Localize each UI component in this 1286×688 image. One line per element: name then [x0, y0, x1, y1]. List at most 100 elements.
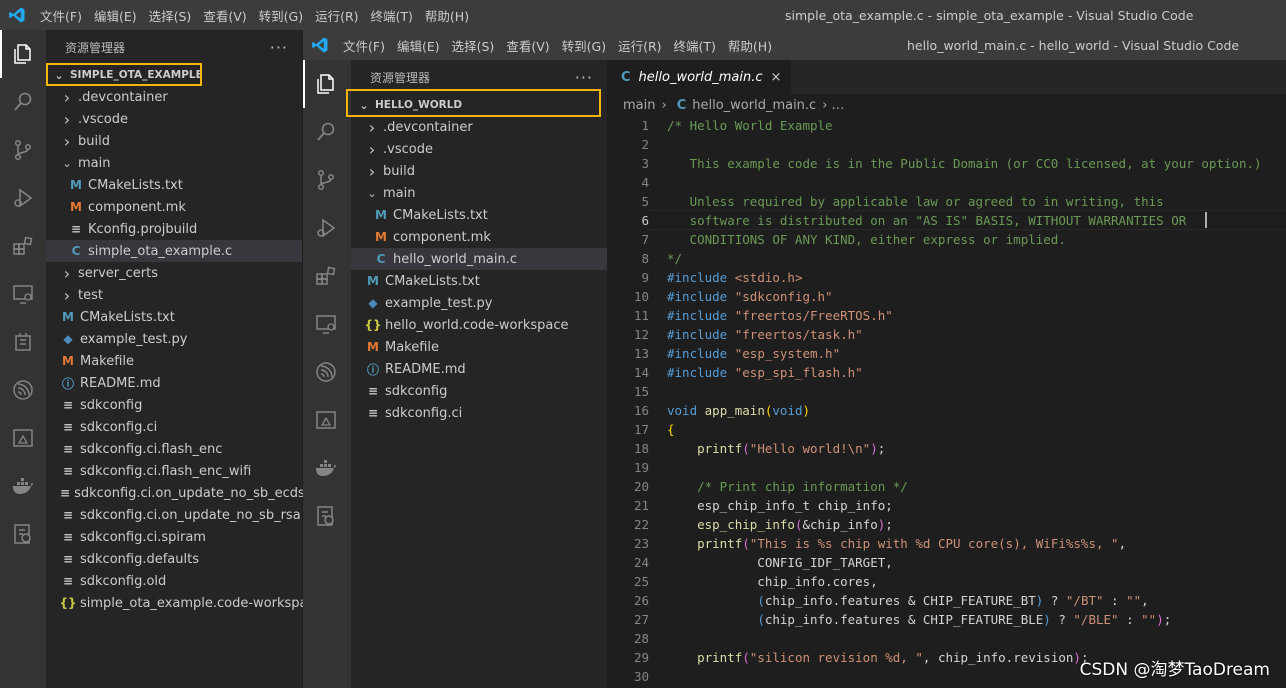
activity-settings-sync[interactable]: [303, 492, 349, 540]
file-item[interactable]: ⓘ README.md: [46, 372, 302, 394]
file-item[interactable]: ≡ sdkconfig.ci: [46, 416, 302, 438]
breadcrumb-folder[interactable]: main: [623, 98, 655, 113]
file-item[interactable]: Mcomponent.mk: [351, 226, 607, 248]
menu-item[interactable]: 编辑(E): [391, 36, 446, 55]
code-line[interactable]: 25 chip_info.cores,: [607, 572, 1286, 591]
code-line[interactable]: 14 #include "esp_spi_flash.h": [607, 363, 1286, 382]
code-line[interactable]: 5 Unless required by applicable law or a…: [607, 192, 1286, 211]
code-line[interactable]: 18 printf("Hello world!\n");: [607, 439, 1286, 458]
activity-serial-monitor[interactable]: [303, 396, 349, 444]
file-item[interactable]: M CMakeLists.txt: [351, 204, 607, 226]
menu-item[interactable]: 查看(V): [500, 36, 555, 55]
file-item[interactable]: Csimple_ota_example.c: [46, 240, 302, 262]
activity-files[interactable]: [303, 60, 349, 108]
file-item[interactable]: Mcomponent.mk: [46, 196, 302, 218]
code-line[interactable]: 2: [607, 135, 1286, 154]
menu-item[interactable]: 选择(S): [446, 36, 501, 55]
file-item[interactable]: ≡ sdkconfig.ci.flash_enc_wifi: [46, 460, 302, 482]
file-item[interactable]: ≡ Kconfig.projbuild: [46, 218, 302, 240]
folder-item[interactable]: › .vscode: [46, 108, 302, 130]
file-item[interactable]: {} simple_ota_example.code-workspace: [46, 592, 322, 614]
folder-item[interactable]: ⌄ main: [46, 152, 302, 174]
code-line[interactable]: 19: [607, 458, 1286, 477]
code-line[interactable]: 8 */: [607, 249, 1286, 268]
activity-docker[interactable]: [303, 444, 349, 492]
code-line[interactable]: 20 /* Print chip information */: [607, 477, 1286, 496]
activity-esp-idf-tools[interactable]: [0, 318, 46, 366]
more-actions-icon[interactable]: ···: [575, 68, 593, 87]
menu-item[interactable]: 转到(G): [556, 36, 612, 55]
code-lines[interactable]: 1/* Hello World Example 2 3 This example c…: [607, 116, 1286, 686]
code-line[interactable]: 6 software is distributed on an "AS IS" …: [607, 211, 1286, 230]
file-item[interactable]: M Makefile: [351, 336, 607, 358]
activity-search[interactable]: [0, 78, 46, 126]
menu-item[interactable]: 终端(T): [668, 36, 722, 55]
menu-item[interactable]: 运行(R): [309, 6, 364, 25]
file-item[interactable]: ◆ example_test.py: [351, 292, 607, 314]
code-line[interactable]: 28: [607, 629, 1286, 648]
code-line[interactable]: 24 CONFIG_IDF_TARGET,: [607, 553, 1286, 572]
activity-espressif[interactable]: [0, 366, 46, 414]
menu-item[interactable]: 文件(F): [34, 6, 88, 25]
code-line[interactable]: 22 esp_chip_info(&chip_info);: [607, 515, 1286, 534]
activity-search[interactable]: [303, 108, 349, 156]
folder-item[interactable]: › .devcontainer: [351, 116, 607, 138]
folder-item[interactable]: › build: [351, 160, 607, 182]
code-line[interactable]: 27 (chip_info.features & CHIP_FEATURE_BL…: [607, 610, 1286, 629]
code-line[interactable]: 9 #include <stdio.h>: [607, 268, 1286, 287]
file-item[interactable]: ≡ sdkconfig: [46, 394, 302, 416]
code-line[interactable]: 13 #include "esp_system.h": [607, 344, 1286, 363]
folder-item[interactable]: › test: [46, 284, 302, 306]
code-line[interactable]: 17 {: [607, 420, 1286, 439]
code-line[interactable]: 12 #include "freertos/task.h": [607, 325, 1286, 344]
code-line[interactable]: 3 This example code is in the Public Dom…: [607, 154, 1286, 173]
file-item[interactable]: ⓘ README.md: [351, 358, 607, 380]
file-item[interactable]: ≡ sdkconfig: [351, 380, 607, 402]
activity-extensions[interactable]: [303, 252, 349, 300]
menu-item[interactable]: 帮助(H): [722, 36, 778, 55]
activity-espressif[interactable]: [303, 348, 349, 396]
code-line[interactable]: 15: [607, 382, 1286, 401]
menu-item[interactable]: 文件(F): [337, 36, 391, 55]
activity-files[interactable]: [0, 30, 46, 78]
menu-item[interactable]: 终端(T): [365, 6, 419, 25]
file-item[interactable]: ≡ sdkconfig.ci.spiram: [46, 526, 302, 548]
menu-item[interactable]: 运行(R): [612, 36, 667, 55]
breadcrumb-more[interactable]: …: [831, 98, 844, 113]
file-item[interactable]: Chello_world_main.c: [351, 248, 607, 270]
file-item[interactable]: {} hello_world.code-workspace: [351, 314, 607, 336]
file-item[interactable]: ≡ sdkconfig.old: [46, 570, 302, 592]
activity-run-debug[interactable]: [0, 174, 46, 222]
activity-run-debug[interactable]: [303, 204, 349, 252]
menu-item[interactable]: 帮助(H): [419, 6, 475, 25]
code-line[interactable]: 23 printf("This is %s chip with %d CPU c…: [607, 534, 1286, 553]
file-item[interactable]: ◆ example_test.py: [46, 328, 302, 350]
more-actions-icon[interactable]: ···: [270, 38, 288, 57]
menu-item[interactable]: 查看(V): [197, 6, 252, 25]
menu-item[interactable]: 选择(S): [143, 6, 198, 25]
code-line[interactable]: 11 #include "freertos/FreeRTOS.h": [607, 306, 1286, 325]
folder-item[interactable]: › server_certs: [46, 262, 302, 284]
code-line[interactable]: 21 esp_chip_info_t chip_info;: [607, 496, 1286, 515]
activity-source-control[interactable]: [0, 126, 46, 174]
activity-source-control[interactable]: [303, 156, 349, 204]
activity-remote-explorer[interactable]: [0, 270, 46, 318]
code-line[interactable]: 4: [607, 173, 1286, 192]
file-item[interactable]: M CMakeLists.txt: [46, 174, 302, 196]
code-line[interactable]: 26 (chip_info.features & CHIP_FEATURE_BT…: [607, 591, 1286, 610]
breadcrumb-file[interactable]: hello_world_main.c: [692, 98, 816, 113]
file-item[interactable]: M CMakeLists.txt: [351, 270, 607, 292]
menu-item[interactable]: 转到(G): [253, 6, 309, 25]
file-item[interactable]: M CMakeLists.txt: [46, 306, 302, 328]
folder-item[interactable]: ⌄ main: [351, 182, 607, 204]
activity-remote-explorer[interactable]: [303, 300, 349, 348]
code-line[interactable]: 7 CONDITIONS OF ANY KIND, either express…: [607, 230, 1286, 249]
activity-extensions[interactable]: [0, 222, 46, 270]
tab-hello-world-main[interactable]: C hello_world_main.c ×: [607, 60, 792, 94]
file-item[interactable]: ≡ sdkconfig.ci: [351, 402, 607, 424]
activity-serial-monitor[interactable]: [0, 414, 46, 462]
code-line[interactable]: 16 void app_main(void): [607, 401, 1286, 420]
file-item[interactable]: ≡ sdkconfig.ci.on_update_no_sb_rsa: [46, 504, 302, 526]
close-icon[interactable]: ×: [771, 70, 782, 85]
code-line[interactable]: 1 /* Hello World Example: [607, 116, 1286, 135]
